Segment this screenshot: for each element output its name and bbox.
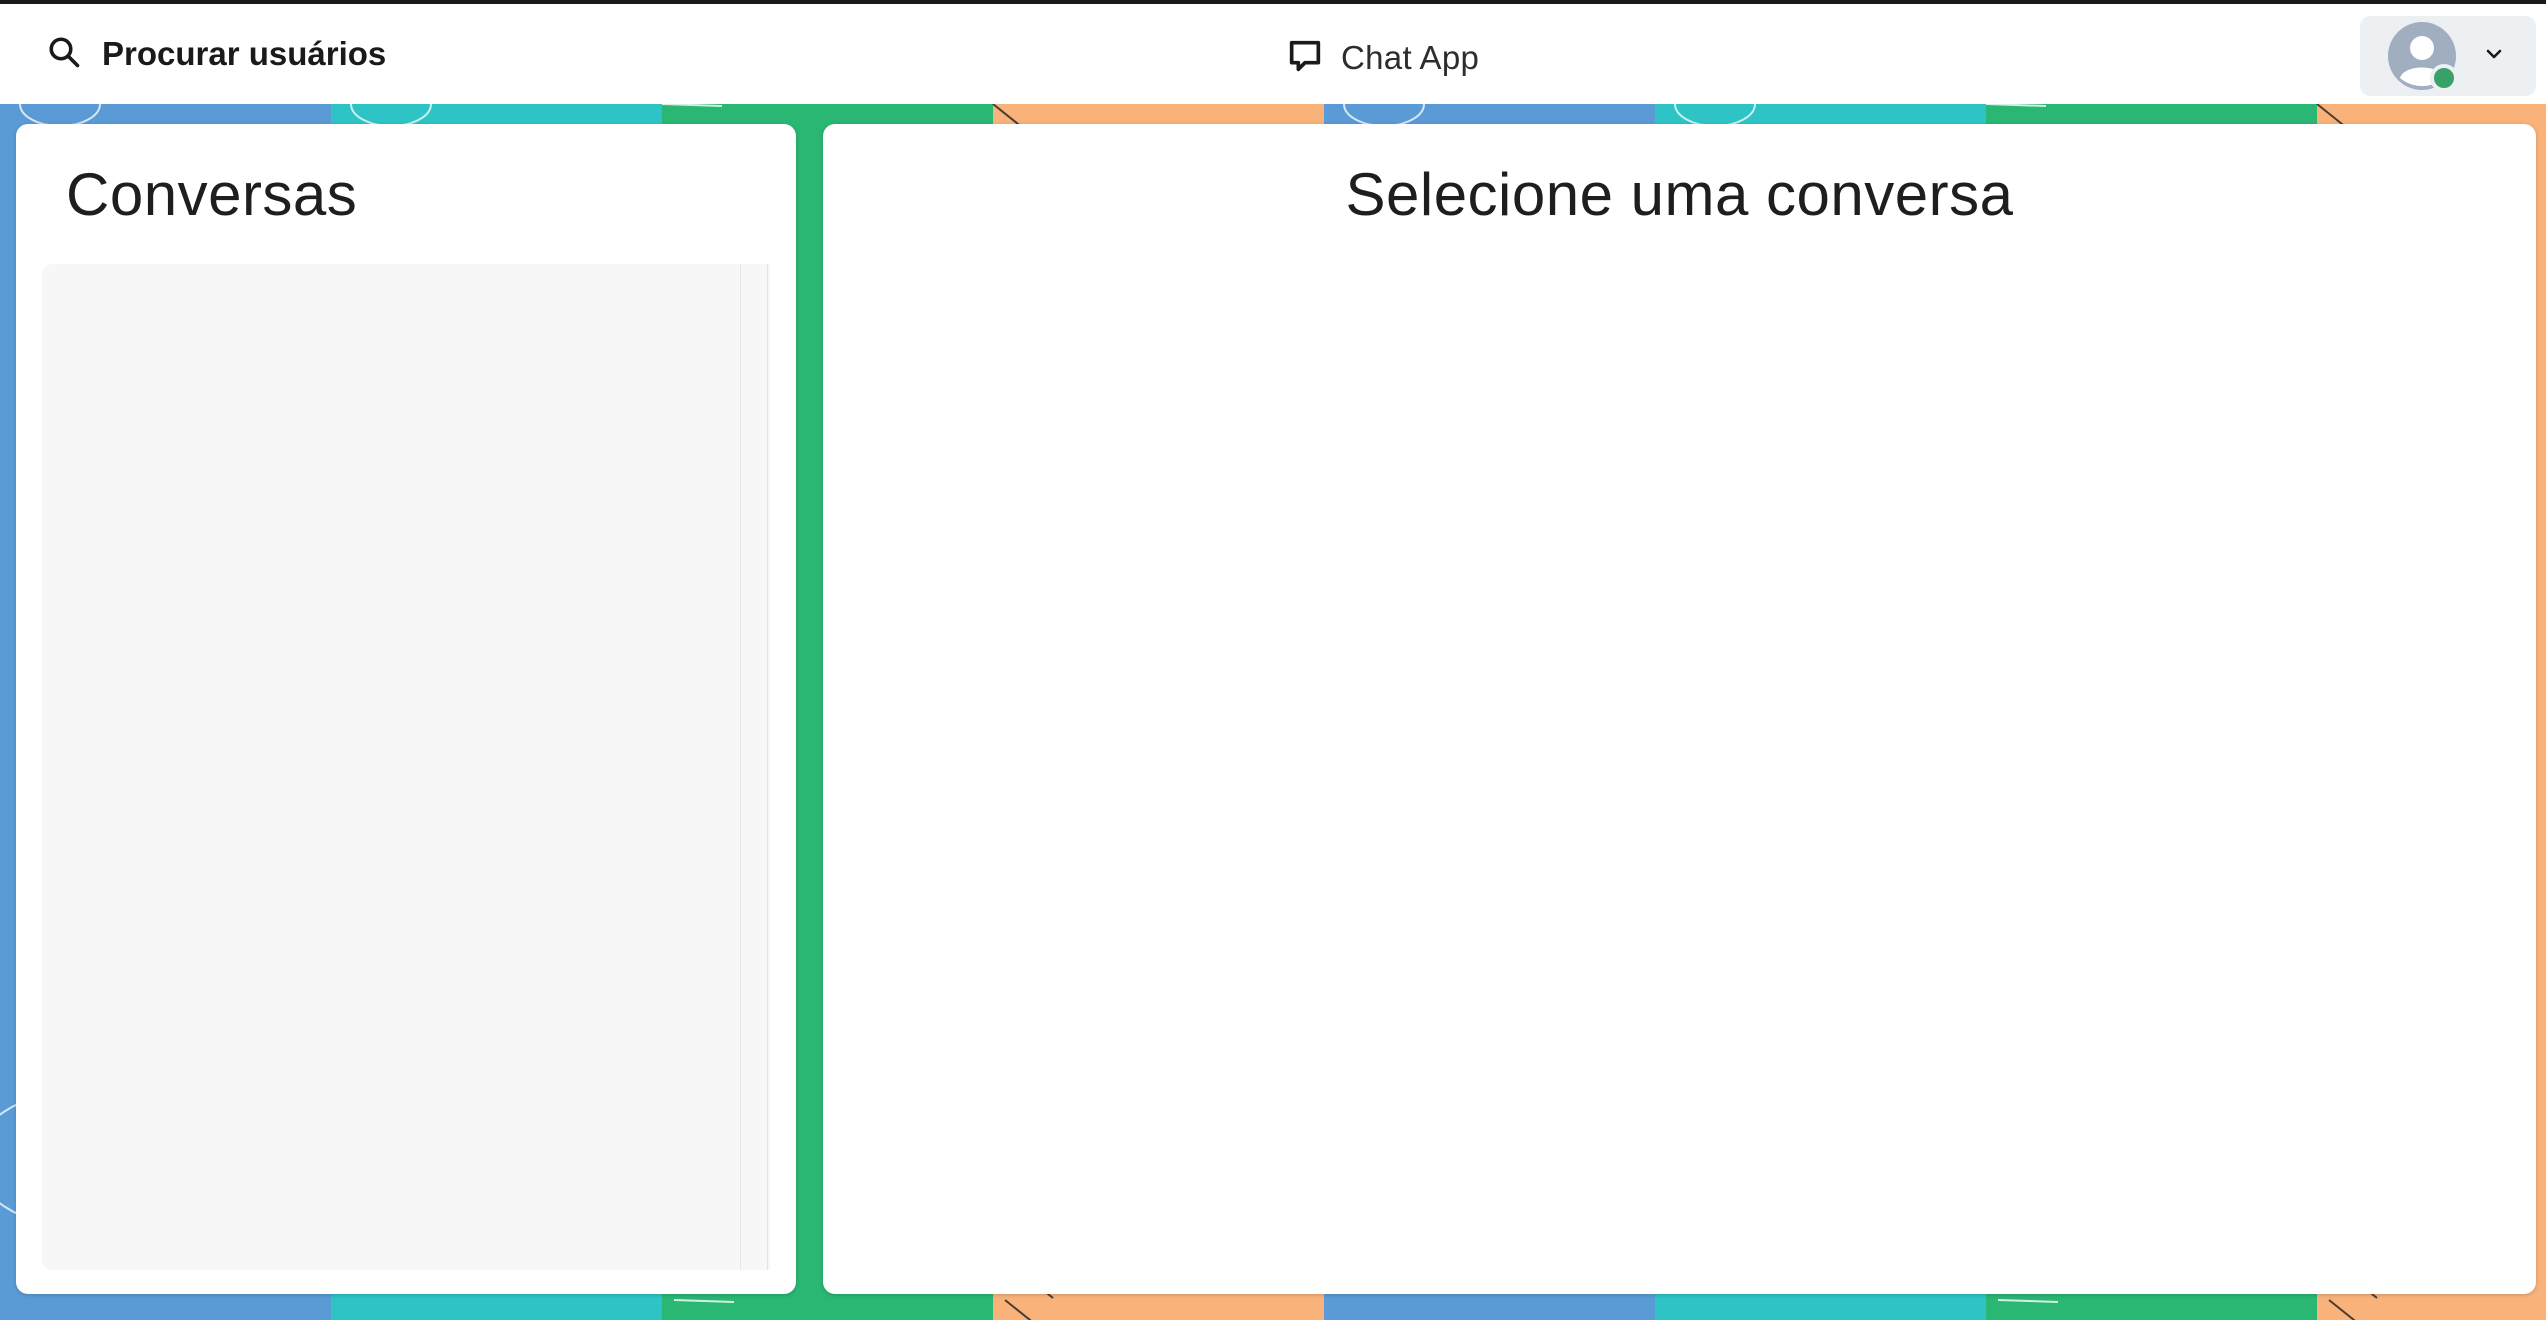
conversations-title: Conversas — [66, 161, 358, 228]
chat-bubble-icon — [1285, 36, 1325, 81]
chat-panel: Selecione uma conversa — [823, 124, 2536, 1294]
search-users-label: Procurar usuários — [102, 35, 387, 72]
online-status-dot — [2430, 64, 2458, 92]
search-users-button[interactable]: Procurar usuários — [28, 22, 404, 86]
chevron-down-icon — [2482, 42, 2506, 71]
conversations-panel: Conversas — [16, 124, 796, 1294]
top-header: Procurar usuários Chat App — [0, 4, 2546, 104]
avatar — [2388, 22, 2458, 92]
user-menu-button[interactable] — [2360, 16, 2536, 96]
app-title: Chat App — [1341, 39, 1480, 76]
search-icon — [46, 34, 82, 75]
chat-placeholder-title: Selecione uma conversa — [1345, 161, 2014, 228]
conversation-list-scrollbar[interactable] — [740, 264, 770, 1270]
app-brand: Chat App — [1285, 30, 1479, 86]
conversation-list[interactable] — [42, 264, 770, 1270]
